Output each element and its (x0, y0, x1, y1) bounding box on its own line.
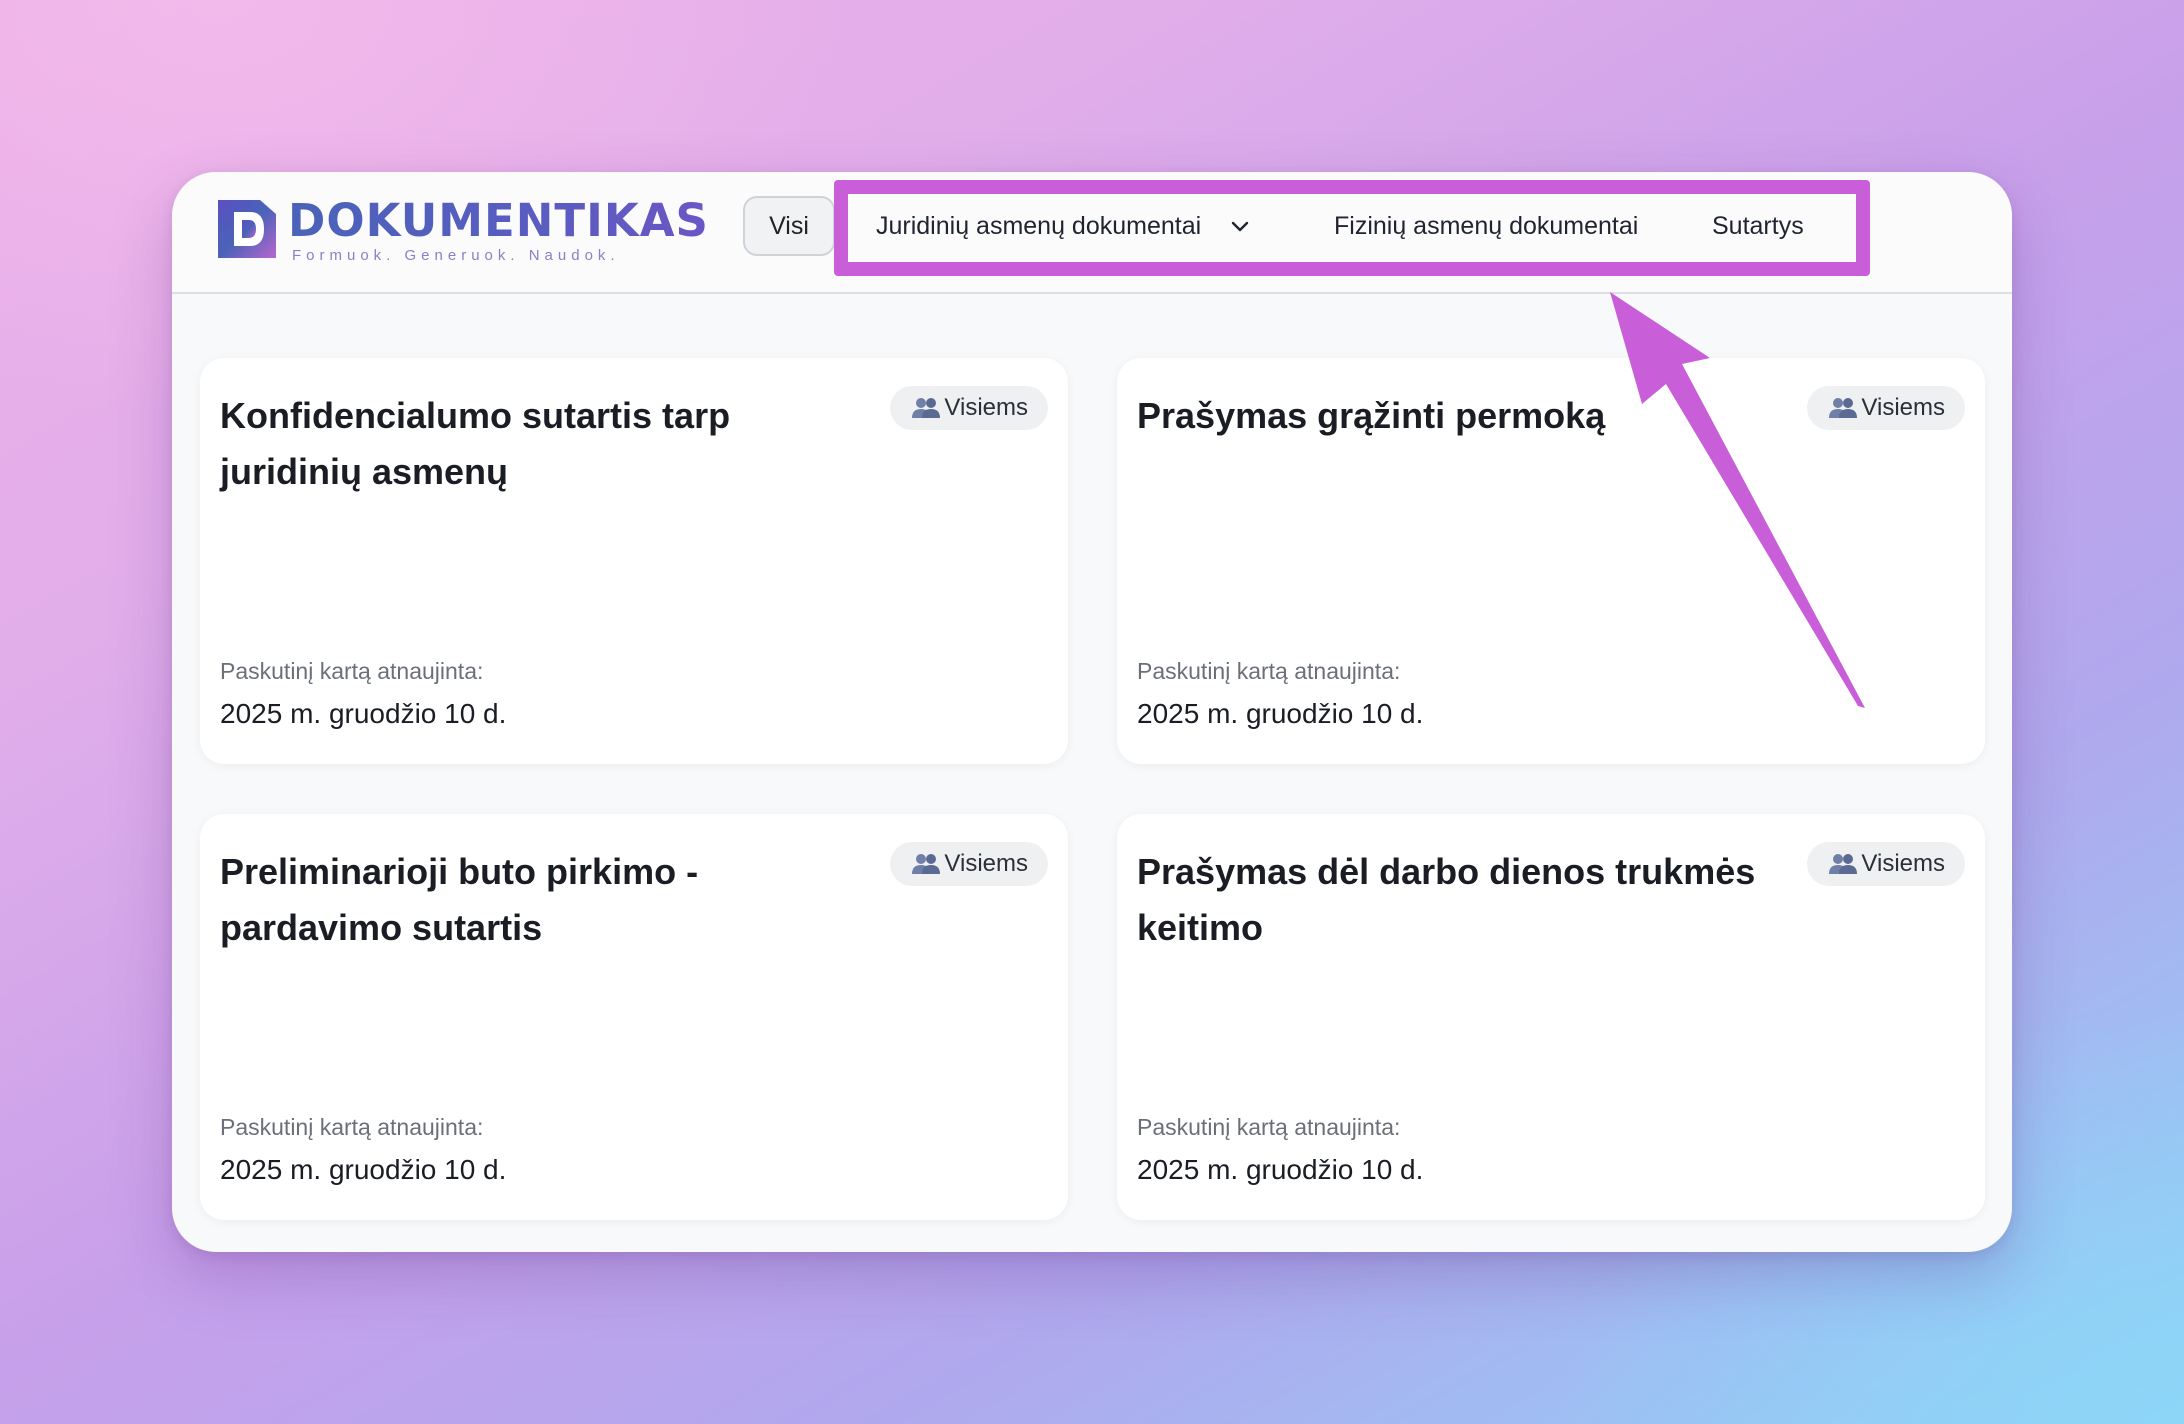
visibility-badge: Visiems (890, 386, 1048, 430)
document-card[interactable]: Prašymas dėl darbo dienos trukmės keitim… (1117, 814, 1985, 1220)
brand-logo[interactable]: DOKUMENTIKAS Formuok. Generuok. Naudok. (214, 194, 709, 264)
brand-name: DOKUMENTIKAS (288, 194, 709, 247)
document-card[interactable]: Konfidencialumo sutartis tarp juridinių … (200, 358, 1068, 764)
app-window: DOKUMENTIKAS Formuok. Generuok. Naudok. … (172, 172, 2012, 1252)
card-title[interactable]: Prašymas dėl darbo dienos trukmės keitim… (1137, 844, 1777, 956)
visibility-badge: Visiems (1807, 842, 1965, 886)
brand-tagline: Formuok. Generuok. Naudok. (292, 247, 620, 264)
updated-label: Paskutinį kartą atnaujinta: (220, 1114, 484, 1140)
people-icon (1829, 398, 1858, 418)
updated-label: Paskutinį kartą atnaujinta: (1137, 658, 1401, 684)
nav-highlight-box (834, 180, 1870, 276)
updated-label: Paskutinį kartą atnaujinta: (220, 658, 484, 684)
top-navbar: DOKUMENTIKAS Formuok. Generuok. Naudok. … (172, 172, 2012, 294)
badge-label: Visiems (944, 394, 1028, 421)
document-card[interactable]: Preliminarioji buto pirkimo - pardavimo … (200, 814, 1068, 1220)
logo-d-icon (218, 200, 276, 258)
updated-date: 2025 m. gruodžio 10 d. (1137, 698, 1424, 729)
badge-label: Visiems (1861, 850, 1945, 877)
visibility-badge: Visiems (1807, 386, 1965, 430)
card-title[interactable]: Konfidencialumo sutartis tarp juridinių … (220, 388, 860, 500)
card-title[interactable]: Prašymas grąžinti permoką (1137, 388, 1777, 444)
people-icon (912, 398, 941, 418)
updated-date: 2025 m. gruodžio 10 d. (220, 1154, 507, 1185)
updated-date: 2025 m. gruodžio 10 d. (220, 698, 507, 729)
filter-all-button[interactable]: Visi (743, 196, 835, 256)
people-icon (1829, 854, 1858, 874)
badge-label: Visiems (944, 850, 1028, 877)
updated-date: 2025 m. gruodžio 10 d. (1137, 1154, 1424, 1185)
people-icon (912, 854, 941, 874)
document-card[interactable]: Prašymas grąžinti permoką Visiems Paskut… (1117, 358, 1985, 764)
badge-label: Visiems (1861, 394, 1945, 421)
visibility-badge: Visiems (890, 842, 1048, 886)
card-title[interactable]: Preliminarioji buto pirkimo - pardavimo … (220, 844, 860, 956)
updated-label: Paskutinį kartą atnaujinta: (1137, 1114, 1401, 1140)
